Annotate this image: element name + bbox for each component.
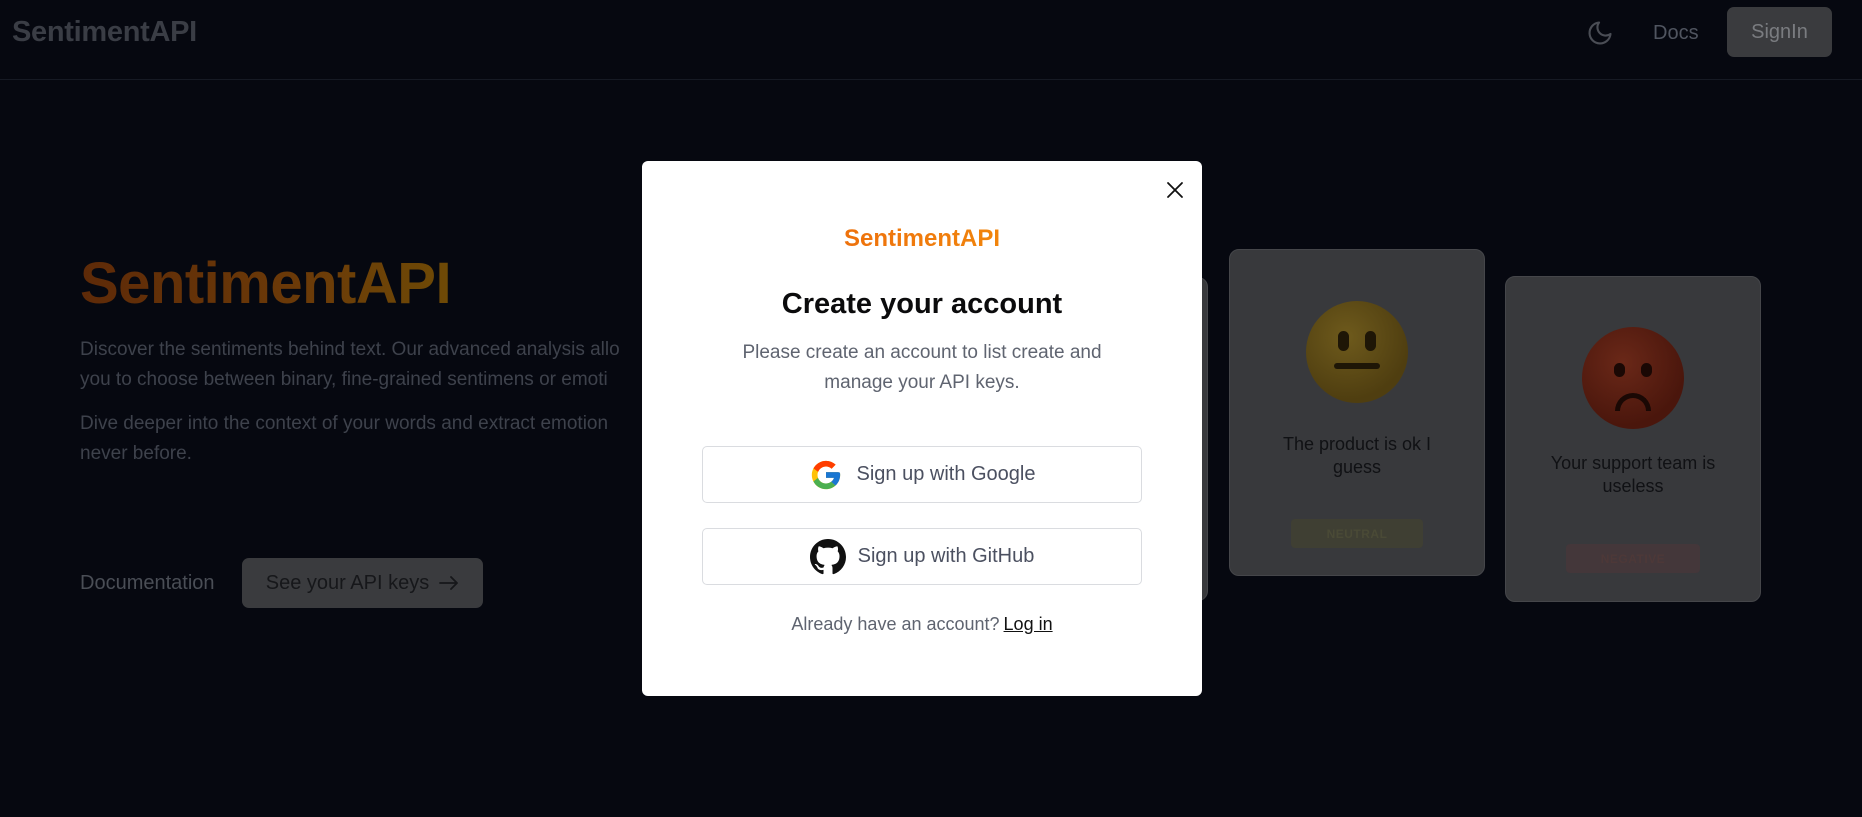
github-icon bbox=[809, 538, 846, 575]
google-signup-label: Sign up with Google bbox=[856, 463, 1036, 485]
modal-subtitle: Please create an account to list create … bbox=[742, 342, 1102, 393]
angry-face-icon bbox=[1582, 327, 1684, 429]
navbar: SentimentAPI Docs SignIn bbox=[0, 0, 1862, 80]
signin-button[interactable]: SignIn bbox=[1727, 7, 1832, 57]
hero-title: SentimentAPI bbox=[80, 251, 452, 316]
see-api-keys-label: See your API keys bbox=[265, 571, 430, 594]
close-icon bbox=[1167, 182, 1183, 198]
modal-brand-logo: SentimentAPI bbox=[642, 225, 1202, 253]
arrow-right-icon bbox=[439, 576, 459, 590]
login-prompt-text: Already have an account? bbox=[791, 614, 1000, 634]
login-link[interactable]: Log in bbox=[1004, 614, 1053, 634]
face-eye bbox=[1338, 331, 1349, 351]
hero-description-secondary: Dive deeper into the context of your wor… bbox=[80, 409, 680, 469]
theme-toggle-button[interactable] bbox=[1582, 15, 1618, 51]
google-icon bbox=[808, 457, 844, 493]
hero-description-line: Discover the sentiments behind text. Our… bbox=[80, 339, 620, 360]
close-button[interactable] bbox=[1162, 177, 1188, 203]
neutral-face-icon bbox=[1306, 301, 1408, 403]
hero-description-line: never before. bbox=[80, 443, 192, 464]
see-api-keys-button[interactable]: See your API keys bbox=[242, 558, 483, 608]
signup-modal: SentimentAPI Create your account Please … bbox=[642, 161, 1202, 696]
hero-description-line: Dive deeper into the context of your wor… bbox=[80, 413, 609, 434]
modal-title: Create your account bbox=[781, 288, 1063, 320]
sentiment-card-negative: Your support team is useless NEGATIVE bbox=[1505, 276, 1761, 602]
card-text: Your support team is useless bbox=[1550, 453, 1716, 496]
card-text: The product is ok I guess bbox=[1282, 434, 1432, 477]
github-signup-label: Sign up with GitHub bbox=[857, 545, 1035, 567]
status-badge: NEUTRAL bbox=[1291, 519, 1423, 548]
hero-description-line: you to choose between binary, fine-grain… bbox=[80, 369, 608, 390]
documentation-link[interactable]: Documentation bbox=[80, 572, 215, 595]
login-prompt: Already have an account? Log in bbox=[642, 614, 1202, 635]
face-mouth bbox=[1615, 393, 1651, 411]
status-badge: NEGATIVE bbox=[1566, 544, 1700, 573]
google-signup-button[interactable]: Sign up with Google bbox=[702, 446, 1142, 503]
face-eye bbox=[1641, 363, 1652, 377]
brand-logo[interactable]: SentimentAPI bbox=[12, 16, 197, 49]
face-eye bbox=[1614, 363, 1625, 377]
sentiment-card-neutral: The product is ok I guess NEUTRAL bbox=[1229, 249, 1485, 576]
nav-docs-link[interactable]: Docs bbox=[1653, 22, 1699, 45]
github-signup-button[interactable]: Sign up with GitHub bbox=[702, 528, 1142, 585]
face-eye bbox=[1365, 331, 1376, 351]
modal-brand-text: SentimentAPI bbox=[843, 225, 1001, 252]
hero-description: Discover the sentiments behind text. Our… bbox=[80, 335, 680, 395]
face-mouth bbox=[1334, 363, 1380, 369]
moon-icon bbox=[1588, 21, 1612, 45]
